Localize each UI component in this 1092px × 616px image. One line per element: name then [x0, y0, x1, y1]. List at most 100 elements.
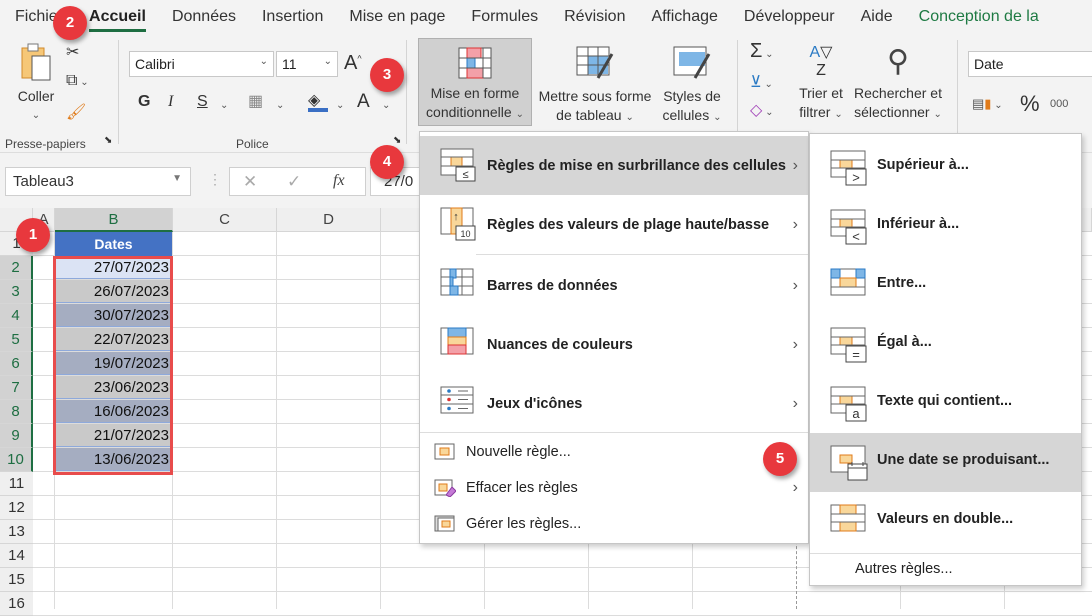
- conditional-formatting-button[interactable]: Mise en forme conditionnelle ⌄: [418, 38, 532, 126]
- manage-rules-icon: [434, 515, 455, 532]
- row-header[interactable]: 5: [0, 328, 33, 352]
- step-badge-2: 2: [53, 6, 87, 40]
- menu-item-new-rule[interactable]: Nouvelle règle...: [420, 434, 808, 470]
- more-rules-item[interactable]: Autres règles...: [855, 561, 953, 577]
- menu-label: Jeux d'icônes: [487, 395, 583, 412]
- highlight-rule-icon: <: [830, 209, 867, 245]
- svg-text:≤: ≤: [462, 169, 468, 181]
- format-as-table-label-1: Mettre sous forme: [538, 88, 652, 104]
- row-header[interactable]: 9: [0, 424, 33, 448]
- borders-icon[interactable]: ▦: [248, 91, 263, 111]
- thousands-separator-button[interactable]: 000: [1050, 98, 1068, 110]
- format-as-table-button[interactable]: Mettre sous forme de tableau ⌄: [534, 38, 656, 127]
- font-size-combo[interactable]: 11 ⌄: [276, 51, 338, 77]
- chevron-down-icon: ⌄: [515, 109, 524, 120]
- format-painter-icon[interactable]: 🖌: [66, 102, 86, 122]
- row-header[interactable]: 11: [0, 472, 33, 496]
- font-group-label: Police: [236, 137, 269, 151]
- clear-icon[interactable]: ◇ ⌄: [750, 100, 773, 120]
- submenu-item[interactable]: a Texte qui contient...: [810, 374, 1081, 433]
- gridline: [380, 232, 381, 609]
- submenu-item[interactable]: > Supérieur à...: [810, 138, 1081, 197]
- column-header-c[interactable]: C: [173, 208, 277, 232]
- row-header[interactable]: 8: [0, 400, 33, 424]
- row-header[interactable]: 10: [0, 448, 33, 472]
- font-color-icon[interactable]: A: [357, 91, 370, 113]
- italic-button[interactable]: I: [168, 93, 173, 111]
- menu-item-data-bars[interactable]: Barres de données ›: [420, 256, 808, 315]
- drag-handle-icon[interactable]: ⋮: [208, 171, 222, 188]
- insert-function-icon[interactable]: fx: [333, 172, 345, 190]
- fill-icon[interactable]: ⊻ ⌄: [750, 72, 773, 92]
- tab-accueil[interactable]: Accueil: [89, 8, 146, 32]
- tab-conception-tableau[interactable]: Conception de la: [919, 8, 1039, 26]
- row-header[interactable]: 13: [0, 520, 33, 544]
- dialog-launcher-icon[interactable]: ⬊: [393, 135, 401, 146]
- chevron-down-icon[interactable]: ⌄: [220, 100, 228, 111]
- sort-filter-button[interactable]: A▽ Z Trier et filtrer ⌄: [795, 44, 847, 124]
- row-header[interactable]: 12: [0, 496, 33, 520]
- table-header-dates[interactable]: Dates: [55, 232, 172, 256]
- percent-button[interactable]: %: [1020, 91, 1040, 117]
- tab-developpeur[interactable]: Développeur: [744, 8, 835, 26]
- menu-label: Règles de mise en surbrillance des cellu…: [487, 157, 786, 174]
- tab-mise-en-page[interactable]: Mise en page: [349, 8, 445, 26]
- tab-revision[interactable]: Révision: [564, 8, 625, 26]
- autosum-icon[interactable]: Σ ⌄: [750, 40, 774, 63]
- copy-icon[interactable]: ⧉ ⌄: [66, 72, 89, 90]
- highlight-rule-icon: [830, 445, 868, 481]
- tab-aide[interactable]: Aide: [861, 8, 893, 26]
- submenu-label: Texte qui contient...: [877, 393, 1013, 409]
- tab-donnees[interactable]: Données: [172, 8, 236, 26]
- submenu-item[interactable]: Valeurs en double...: [810, 492, 1081, 551]
- number-format-combo[interactable]: Date: [968, 51, 1092, 77]
- row-header[interactable]: 14: [0, 544, 33, 568]
- font-size-value: 11: [282, 56, 297, 72]
- cancel-icon[interactable]: ✕: [243, 172, 257, 192]
- sort-filter-label-1: Trier et: [799, 85, 843, 101]
- submenu-item[interactable]: Une date se produisant...: [810, 433, 1081, 492]
- submenu-item[interactable]: = Égal à...: [810, 315, 1081, 374]
- row-header[interactable]: 4: [0, 304, 33, 328]
- tab-formules[interactable]: Formules: [471, 8, 538, 26]
- cut-icon[interactable]: ✂: [66, 42, 79, 62]
- submenu-item[interactable]: Entre...: [810, 256, 1081, 315]
- enter-icon[interactable]: ✓: [287, 172, 301, 192]
- chevron-down-icon: ⌄: [323, 56, 332, 67]
- menu-item-top-bottom-rules[interactable]: ↑ 10 Règles des valeurs de plage haute/ba…: [420, 195, 808, 254]
- row-header[interactable]: 2: [0, 256, 33, 280]
- tab-affichage[interactable]: Affichage: [651, 8, 717, 26]
- chevron-down-icon[interactable]: ⌄: [336, 100, 344, 111]
- accounting-format-icon[interactable]: ▤▮ ⌄: [972, 96, 1003, 112]
- grow-font-icon[interactable]: A^: [344, 52, 362, 75]
- menu-item-clear-rules[interactable]: Effacer les règles ›: [420, 470, 808, 506]
- chevron-down-icon[interactable]: ⌄: [276, 100, 284, 111]
- font-name-combo[interactable]: Calibri ⌄: [129, 51, 274, 77]
- column-header-d[interactable]: D: [277, 208, 381, 232]
- menu-item-color-scales[interactable]: Nuances de couleurs ›: [420, 315, 808, 374]
- step-badge-4: 4: [370, 145, 404, 179]
- column-header-b[interactable]: B: [55, 208, 173, 232]
- tab-insertion[interactable]: Insertion: [262, 8, 323, 26]
- menu-label: Barres de données: [487, 277, 618, 294]
- chevron-down-icon[interactable]: ⌄: [382, 100, 390, 111]
- menu-label: Nuances de couleurs: [487, 336, 633, 353]
- chevron-right-icon: ›: [792, 394, 798, 412]
- fill-color-icon[interactable]: ◈: [308, 90, 328, 112]
- menu-item-manage-rules[interactable]: Gérer les règles...: [420, 506, 808, 542]
- menu-item-highlight-cells-rules[interactable]: ≤ Règles de mise en surbrillance des cel…: [420, 136, 808, 195]
- underline-button[interactable]: S: [197, 93, 208, 111]
- menu-item-icon-sets[interactable]: Jeux d'icônes ›: [420, 374, 808, 433]
- name-box[interactable]: Tableau3 ▼: [5, 167, 191, 196]
- row-header[interactable]: 3: [0, 280, 33, 304]
- row-header[interactable]: 6: [0, 352, 33, 376]
- submenu-item[interactable]: < Inférieur à...: [810, 197, 1081, 256]
- row-header[interactable]: 16: [0, 592, 33, 616]
- row-header[interactable]: 7: [0, 376, 33, 400]
- paste-button[interactable]: Coller ⌄: [12, 42, 60, 125]
- dialog-launcher-icon[interactable]: ⬊: [104, 135, 112, 146]
- row-header[interactable]: 15: [0, 568, 33, 592]
- find-select-button[interactable]: ⚲ Rechercher et sélectionner ⌄: [850, 44, 946, 124]
- cell-styles-button[interactable]: Styles de cellules ⌄: [657, 38, 727, 127]
- bold-button[interactable]: G: [138, 93, 150, 111]
